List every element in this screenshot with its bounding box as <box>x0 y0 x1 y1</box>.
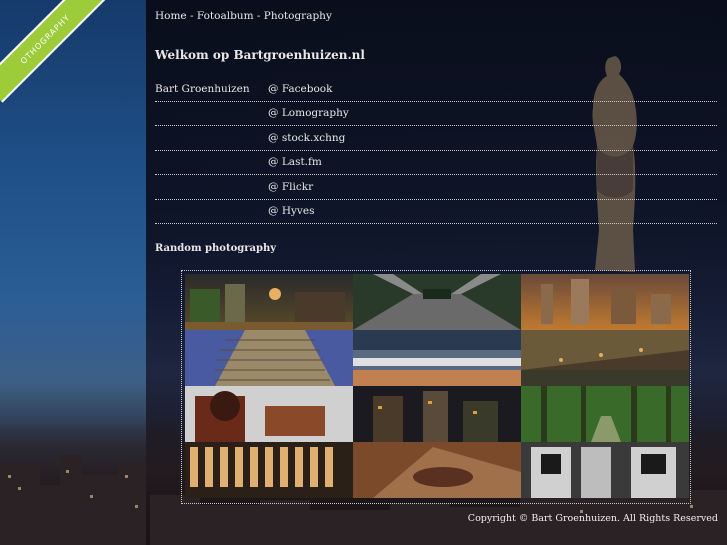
train-doors-photo[interactable] <box>521 442 689 498</box>
forest-path-photo[interactable] <box>521 386 689 442</box>
copyright-text: Copyright © Bart Groenhuizen. All Rights… <box>467 513 718 524</box>
office-tower-photo[interactable] <box>185 330 353 386</box>
city-lights-night-photo[interactable] <box>353 386 521 442</box>
random-photography-title: Random photography <box>155 243 277 254</box>
city-skyline-dusk-photo[interactable] <box>521 274 689 330</box>
link-lomography[interactable]: @ Lomography <box>268 107 349 119</box>
link-lastfm[interactable]: @ Last.fm <box>268 156 322 168</box>
breadcrumb-separator: - <box>253 10 264 22</box>
list-item: @ stock.xchng <box>155 126 717 151</box>
photo-gallery <box>181 270 691 504</box>
list-item: @ Flickr <box>155 175 717 200</box>
breadcrumb: Home - Fotoalbum - Photography <box>155 10 332 22</box>
list-item: @ Lomography <box>155 102 717 126</box>
list-item: Bart Groenhuizen @ Facebook <box>155 77 717 102</box>
social-links-list: Bart Groenhuizen @ Facebook @ Lomography… <box>155 77 717 224</box>
city-night-photo[interactable] <box>185 274 353 330</box>
list-item: @ Hyves <box>155 200 717 224</box>
link-stock-xchng[interactable]: @ stock.xchng <box>268 132 345 144</box>
link-facebook[interactable]: @ Facebook <box>268 83 333 95</box>
bridge-walkway-photo[interactable] <box>353 274 521 330</box>
owner-name: Bart Groenhuizen <box>155 82 250 95</box>
breadcrumb-separator: - <box>186 10 197 22</box>
lit-facade-photo[interactable] <box>185 442 353 498</box>
list-item: @ Last.fm <box>155 151 717 175</box>
rusty-surface-photo[interactable] <box>353 442 521 498</box>
breadcrumb-photography[interactable]: Photography <box>264 10 332 22</box>
page-title: Welkom op Bartgroenhuizen.nl <box>155 48 365 62</box>
building-perspective-photo[interactable] <box>521 330 689 386</box>
tree-sculpture-photo[interactable] <box>185 386 353 442</box>
link-hyves[interactable]: @ Hyves <box>268 205 314 217</box>
link-flickr[interactable]: @ Flickr <box>268 181 313 193</box>
breadcrumb-home[interactable]: Home <box>155 10 187 22</box>
breadcrumb-fotoalbum[interactable]: Fotoalbum <box>197 10 254 22</box>
station-interior-photo[interactable] <box>353 330 521 386</box>
